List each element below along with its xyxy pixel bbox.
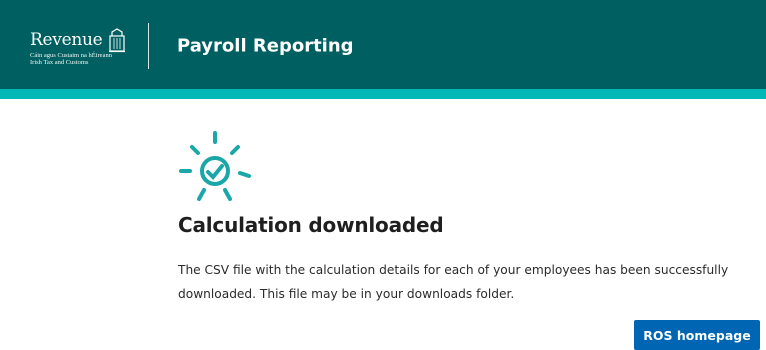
header-accent-bar xyxy=(0,89,766,99)
ros-homepage-button[interactable]: ROS homepage xyxy=(634,320,760,350)
logo-subtitle-english: Irish Tax and Customs xyxy=(30,59,89,66)
harp-icon xyxy=(109,28,125,53)
page-heading: Calculation downloaded xyxy=(178,213,444,237)
status-message: The CSV file with the calculation detail… xyxy=(178,263,729,301)
app-header: Revenue Cáin agus Custaim na hÉireann Ir… xyxy=(0,0,766,89)
logo-wordmark: Revenue xyxy=(30,30,103,50)
logo-subtitle-irish: Cáin agus Custaim na hÉireann xyxy=(30,52,112,59)
header-divider xyxy=(148,23,149,69)
app-title: Payroll Reporting xyxy=(177,35,354,57)
revenue-logo[interactable]: Revenue Cáin agus Custaim na hÉireann Ir… xyxy=(30,27,140,67)
sun-check-icon xyxy=(179,131,251,201)
